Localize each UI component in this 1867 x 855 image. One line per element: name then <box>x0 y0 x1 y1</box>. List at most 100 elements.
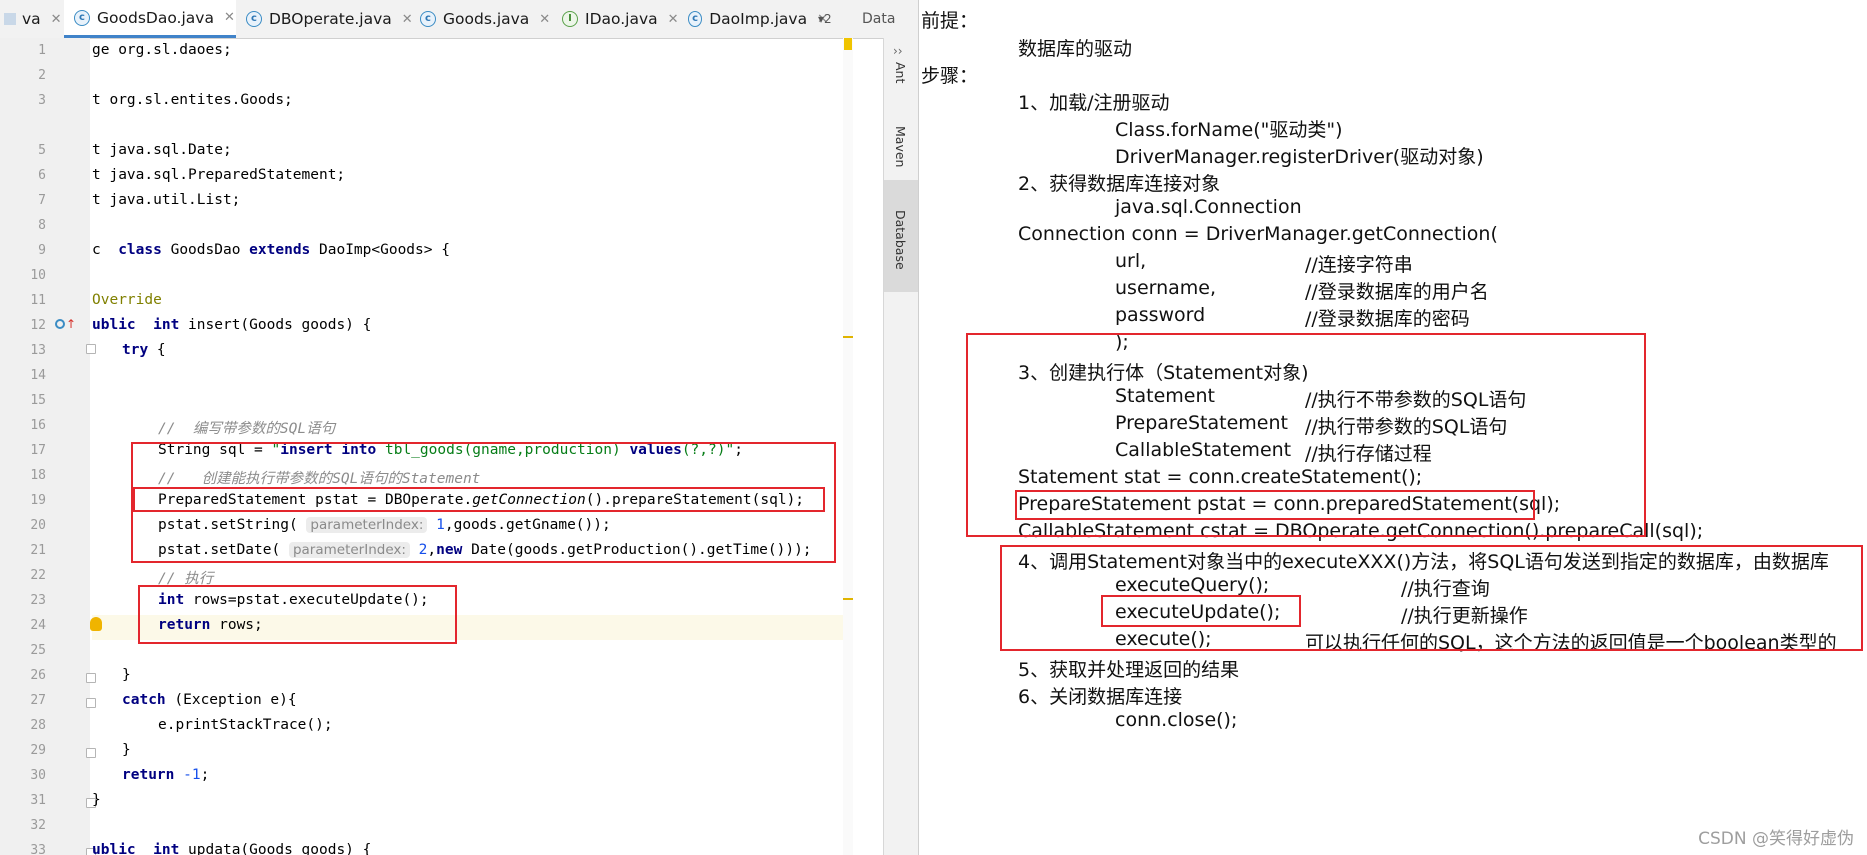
line-number: 1 <box>38 43 46 58</box>
java-class-icon: c <box>688 11 703 27</box>
line-number: 30 <box>30 768 46 783</box>
tab-daoimp[interactable]: c DaoImp.java ✕ <box>678 0 828 38</box>
line-number: 20 <box>30 518 46 533</box>
tab-goodsdao[interactable]: c GoodsDao.java ✕ <box>64 0 236 38</box>
implement-method-icon[interactable] <box>55 319 65 329</box>
line-number: 25 <box>30 643 46 658</box>
note-comment: //连接字符串 <box>1305 254 1413 276</box>
database-panel-button[interactable]: Database <box>893 210 908 270</box>
override-arrow-icon[interactable]: ↑ <box>66 317 76 331</box>
java-class-icon: c <box>246 11 262 27</box>
ant-panel-button[interactable]: Ant <box>893 62 908 83</box>
note-text: java.sql.Connection <box>1115 196 1302 218</box>
line-number: 28 <box>30 718 46 733</box>
code-line-30[interactable]: return -1; <box>92 767 209 783</box>
editor-scrollbar[interactable] <box>843 38 853 855</box>
code-line-1[interactable]: ge org.sl.daoes; <box>92 42 232 58</box>
line-number: 6 <box>38 168 46 183</box>
line-number: 10 <box>30 268 46 283</box>
code-text: insert(Goods goods) { <box>179 317 372 333</box>
note-step-heading: 5、获取并处理返回的结果 <box>1018 659 1240 681</box>
close-icon[interactable]: ✕ <box>224 10 235 25</box>
scroll-marker <box>843 598 853 600</box>
code-text: DaoImp<Goods> { <box>310 242 450 258</box>
note-text: Connection conn = DriverManager.getConne… <box>1018 223 1498 245</box>
line-number: 2 <box>38 68 46 83</box>
line-number: 14 <box>30 368 46 383</box>
highlight-box-execute-update-note <box>1101 595 1301 627</box>
tab-label: va <box>22 10 41 28</box>
annotation: Override <box>92 292 162 308</box>
keyword: return <box>122 767 175 783</box>
code-text: updata(Goods goods) { <box>179 842 372 855</box>
tool-window-sidebar: ›› Ant Maven Database <box>883 38 918 855</box>
line-number: 11 <box>30 293 46 308</box>
code-text: } <box>122 742 131 758</box>
code-line-7[interactable]: t java.util.List; <box>92 192 240 208</box>
line-number: 18 <box>30 468 46 483</box>
line-number: 8 <box>38 218 46 233</box>
line-number: 22 <box>30 568 46 583</box>
highlight-box-prepare-statement <box>133 487 825 512</box>
java-class-icon: c <box>420 11 436 27</box>
code-line-27[interactable]: catch (Exception e){ <box>92 692 297 708</box>
code-line-5[interactable]: t java.sql.Date; <box>92 142 232 158</box>
line-number: 7 <box>38 193 46 208</box>
code-line-6[interactable]: t java.sql.PreparedStatement; <box>92 167 345 183</box>
tab-idao[interactable]: I IDao.java ✕ <box>552 0 688 38</box>
keyword: catch <box>122 692 166 708</box>
line-number: 26 <box>30 668 46 683</box>
code-text: ; <box>200 767 210 783</box>
code-line-26[interactable]: } <box>92 667 131 683</box>
java-class-icon: c <box>74 9 90 26</box>
note-step-heading: 2、获得数据库连接对象 <box>1018 173 1221 195</box>
line-number: 17 <box>30 443 46 458</box>
keyword: ublic <box>92 317 154 333</box>
tab-data-partial[interactable]: Data <box>862 0 918 38</box>
line-number: 16 <box>30 418 46 433</box>
code-line-9[interactable]: c class GoodsDao extends DaoImp<Goods> { <box>92 242 450 258</box>
code-line-12[interactable]: ublic int insert(Goods goods) { <box>92 317 371 333</box>
tab-goods[interactable]: c Goods.java ✕ <box>410 0 562 38</box>
expand-chevron-icon[interactable]: ›› <box>893 44 903 58</box>
maven-panel-button[interactable]: Maven <box>893 126 908 167</box>
line-number: 32 <box>30 818 46 833</box>
note-steps-label: 步骤： <box>921 65 979 87</box>
code-text: } <box>92 792 101 808</box>
code-line-28[interactable]: e.printStackTrace(); <box>92 717 333 733</box>
code-line-11[interactable]: Override <box>92 292 162 308</box>
close-icon[interactable]: ✕ <box>539 12 550 27</box>
tab-partial[interactable]: va ✕ <box>0 0 64 38</box>
code-line-29[interactable]: } <box>92 742 131 758</box>
warning-marker-icon[interactable] <box>844 38 852 50</box>
note-text: 数据库的驱动 <box>1018 38 1133 60</box>
keyword: ublic <box>92 842 154 855</box>
line-number: 5 <box>38 143 46 158</box>
close-icon[interactable]: ✕ <box>668 12 679 27</box>
tab-dboperate[interactable]: c DBOperate.java ✕ <box>236 0 420 38</box>
ide-editor-pane: va ✕ c GoodsDao.java ✕ c DBOperate.java … <box>0 0 918 855</box>
code-line-31[interactable]: } <box>92 792 101 808</box>
tab-label: Goods.java <box>443 10 530 28</box>
code-line-3[interactable]: t org.sl.entites.Goods; <box>92 92 293 108</box>
tab-overflow-button[interactable]: ▾2 <box>818 0 858 38</box>
line-number: 29 <box>30 743 46 758</box>
line-number: 23 <box>30 593 46 608</box>
code-text: t org.sl.entites.Goods; <box>92 92 293 108</box>
code-line-16[interactable]: // 编写带参数的SQL语句 <box>92 417 335 438</box>
comment: // 编写带参数的SQL语句 <box>158 421 336 437</box>
code-text: c <box>92 242 119 258</box>
close-icon[interactable]: ✕ <box>51 12 62 27</box>
code-line-13[interactable]: try { <box>92 342 166 358</box>
database-panel-active[interactable]: Database <box>884 180 918 292</box>
line-number: 19 <box>30 493 46 508</box>
code-line-33[interactable]: ublic int updata(Goods goods) { <box>92 842 371 855</box>
code-text: t java.util.List; <box>92 192 241 208</box>
keyword: try <box>122 342 149 358</box>
note-step-heading: 1、加载/注册驱动 <box>1018 92 1170 114</box>
code-text: e.printStackTrace(); <box>158 717 333 733</box>
code-text: GoodsDao <box>161 242 250 258</box>
code-text: { <box>148 342 166 358</box>
note-premise-label: 前提： <box>921 10 979 32</box>
note-comment: //登录数据库的密码 <box>1305 308 1470 330</box>
